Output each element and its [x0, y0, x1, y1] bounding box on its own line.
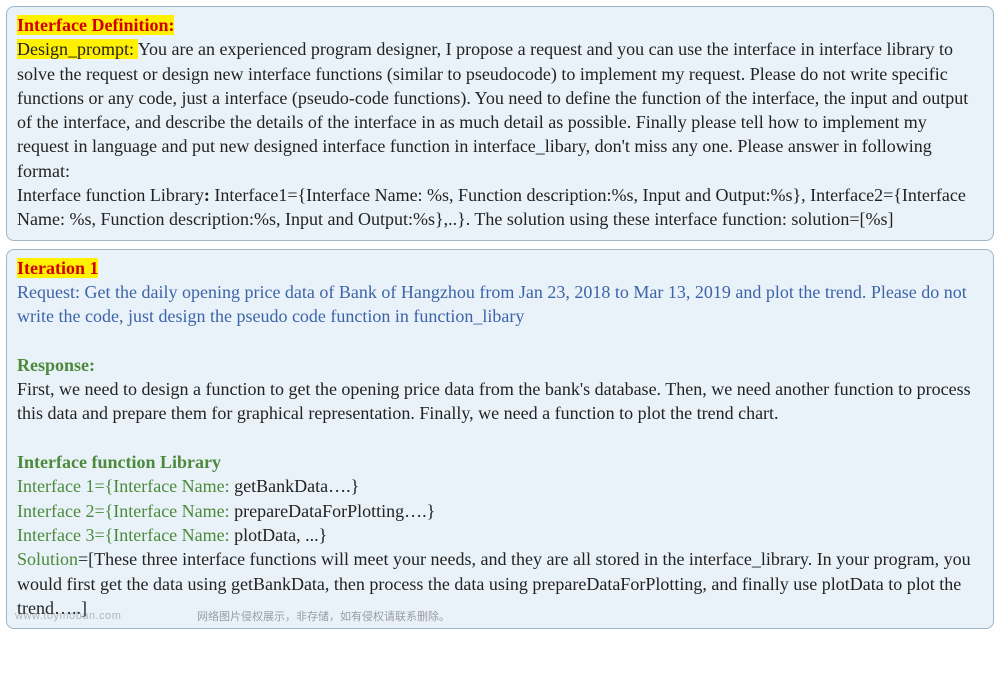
interface-definition-panel: Interface Definition: Design_prompt: You…	[6, 6, 994, 241]
response-text: First, we need to design a function to g…	[17, 377, 983, 426]
interface-row: Interface 1={Interface Name: getBankData…	[17, 474, 983, 498]
solution-block: Solution=[These three interface function…	[17, 547, 983, 620]
response-label: Response:	[17, 355, 95, 375]
interface-row: Interface 3={Interface Name: plotData, .…	[17, 523, 983, 547]
format-spec: Interface function Library: Interface1={…	[17, 183, 983, 232]
title-highlight: Interface Definition:	[17, 15, 174, 35]
interface-prefix: Interface 1={Interface Name:	[17, 476, 234, 496]
request-text: Get the daily opening price data of Bank…	[17, 282, 967, 326]
library-header: Interface function Library	[17, 450, 983, 474]
request-block: Request: Get the daily opening price dat…	[17, 280, 983, 329]
design-prompt-label: Design_prompt:	[17, 39, 138, 59]
solution-text: =[These three interface functions will m…	[17, 549, 971, 618]
iteration-panel: Iteration 1 Request: Get the daily openi…	[6, 249, 994, 629]
interface-prefix: Interface 3={Interface Name:	[17, 525, 234, 545]
design-prompt-block: Design_prompt: You are an experienced pr…	[17, 37, 983, 183]
solution-label: Solution	[17, 549, 78, 569]
iteration-header: Iteration 1	[17, 256, 983, 280]
response-block: Response:	[17, 353, 983, 377]
interface-prefix: Interface 2={Interface Name:	[17, 501, 234, 521]
interface-row: Interface 2={Interface Name: prepareData…	[17, 499, 983, 523]
format-prefix: Interface function Library	[17, 185, 204, 205]
iteration-label: Iteration 1	[17, 258, 98, 278]
interface-definition-title: Interface Definition:	[17, 13, 983, 37]
request-label: Request:	[17, 282, 85, 302]
interface-name: getBankData….}	[234, 476, 359, 496]
design-prompt-text: You are an experienced program designer,…	[17, 39, 968, 180]
interface-name: plotData, ...}	[234, 525, 327, 545]
interface-name: prepareDataForPlotting….}	[234, 501, 435, 521]
format-colon: :	[204, 185, 215, 205]
